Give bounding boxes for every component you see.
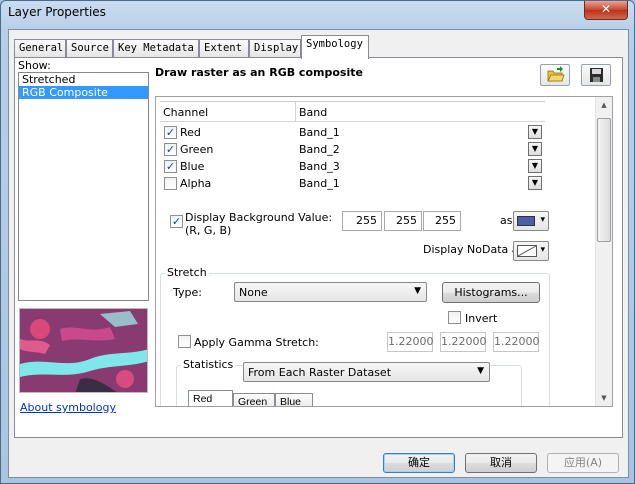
as-label: as [500, 214, 513, 227]
background-b-input[interactable]: 255 [423, 211, 461, 231]
band-dropdown-arrow[interactable]: ▼ [528, 142, 542, 156]
show-list[interactable]: Stretched RGB Composite [18, 72, 149, 301]
gamma-g-input[interactable]: 1.22000 [440, 332, 487, 352]
tab-source[interactable]: Source [66, 39, 113, 58]
channel-name: Alpha [180, 177, 212, 190]
renderer-heading: Draw raster as an RGB composite [155, 66, 363, 79]
save-disk-icon [590, 68, 603, 82]
statistics-group: Statistics From Each Raster Dataset ▼ Re… [176, 358, 522, 406]
nodata-label: Display NoData as [423, 243, 525, 256]
show-label: Show: [18, 59, 51, 72]
grid-row-blue: ✓ Blue Band_3 ▼ [160, 158, 545, 175]
band-dropdown-arrow[interactable]: ▼ [528, 125, 542, 139]
channel-name: Red [180, 126, 201, 139]
tab-extent[interactable]: Extent [199, 39, 249, 58]
raster-preview-image [19, 308, 148, 393]
chevron-down-icon: ▾ [540, 215, 545, 225]
renderer-settings-scroll[interactable]: Channel Band ✓ Red Band_1 ▼ ✓ Green Band… [155, 96, 613, 407]
show-item-stretched[interactable]: Stretched [19, 73, 148, 86]
invert-label: Invert [465, 312, 498, 325]
statistics-group-label: Statistics [181, 358, 236, 371]
tab-general[interactable]: General [14, 39, 66, 58]
gamma-r-input[interactable]: 1.22000 [387, 332, 434, 352]
column-header-channel: Channel [163, 106, 209, 119]
green-channel-checkbox[interactable]: ✓ [164, 143, 177, 156]
stretch-type-label: Type: [173, 286, 202, 299]
apply-button[interactable]: 应用(A) [547, 453, 619, 473]
no-color-icon [517, 245, 537, 257]
stats-tab-red[interactable]: Red [188, 390, 233, 406]
stats-tab-blue[interactable]: Blue [275, 393, 313, 406]
grid-row-alpha: Alpha Band_1 ▼ [160, 175, 545, 192]
close-button[interactable]: ✕ [584, 1, 628, 20]
statistics-source-value: From Each Raster Dataset [248, 366, 392, 379]
blue-channel-checkbox[interactable]: ✓ [164, 160, 177, 173]
background-g-input[interactable]: 255 [384, 211, 422, 231]
grid-row-green: ✓ Green Band_2 ▼ [160, 141, 545, 158]
background-r-input[interactable]: 255 [342, 211, 382, 231]
symbology-panel: Show: Stretched RGB Composite About symb… [14, 57, 623, 438]
open-folder-icon [547, 66, 565, 82]
scroll-thumb[interactable] [597, 118, 611, 242]
scroll-down-arrow-icon[interactable]: ▼ [596, 390, 612, 406]
channel-name: Green [180, 143, 214, 156]
statistics-source-select[interactable]: From Each Raster Dataset ▼ [243, 362, 490, 382]
red-channel-checkbox[interactable]: ✓ [164, 126, 177, 139]
statistics-channel-tabs: Red Green Blue [188, 390, 378, 406]
chevron-down-icon: ▼ [414, 286, 421, 296]
band-value[interactable]: Band_2 [299, 143, 340, 156]
color-swatch [517, 216, 535, 226]
grid-header: Channel Band [160, 102, 545, 122]
show-item-rgb-composite[interactable]: RGB Composite [19, 86, 148, 99]
gamma-stretch-label: Apply Gamma Stretch: [194, 336, 319, 349]
gamma-stretch-checkbox[interactable] [178, 335, 191, 348]
layer-properties-window: Layer Properties ✕ General Source Key Me… [0, 0, 635, 484]
grid-row-red: ✓ Red Band_1 ▼ [160, 124, 545, 141]
cancel-button[interactable]: 取消 [465, 453, 537, 473]
ok-button[interactable]: 确定 [383, 453, 455, 473]
band-dropdown-arrow[interactable]: ▼ [528, 159, 542, 173]
band-value[interactable]: Band_1 [299, 126, 340, 139]
display-background-label: Display Background Value:(R, G, B) [185, 211, 333, 237]
column-header-band: Band [299, 106, 328, 119]
band-value[interactable]: Band_1 [299, 177, 340, 190]
channel-name: Blue [180, 160, 205, 173]
invert-checkbox[interactable] [448, 311, 461, 324]
column-separator [295, 102, 296, 122]
nodata-color-picker[interactable]: ▾ [513, 241, 549, 261]
tab-key-metadata[interactable]: Key Metadata [113, 39, 199, 58]
stretch-type-value: None [239, 286, 268, 299]
stats-tab-green[interactable]: Green [233, 393, 275, 406]
scroll-up-arrow-icon[interactable]: ▲ [596, 97, 612, 113]
title-bar[interactable]: Layer Properties ✕ [1, 1, 634, 28]
gamma-b-input[interactable]: 1.22000 [493, 332, 540, 352]
alpha-channel-checkbox[interactable] [164, 177, 177, 190]
dialog-client: General Source Key Metadata Extent Displ… [8, 29, 629, 478]
channel-band-grid: Channel Band ✓ Red Band_1 ▼ ✓ Green Band… [160, 101, 545, 192]
tab-symbology[interactable]: Symbology [301, 35, 369, 59]
stretch-type-select[interactable]: None ▼ [234, 282, 427, 302]
stretch-group-label: Stretch [165, 266, 209, 279]
tab-display[interactable]: Display [249, 39, 301, 58]
band-value[interactable]: Band_3 [299, 160, 340, 173]
chevron-down-icon: ▼ [477, 366, 484, 376]
open-folder-button[interactable] [540, 64, 570, 86]
chevron-down-icon: ▾ [540, 245, 545, 255]
display-background-checkbox[interactable]: ✓ [170, 215, 183, 228]
window-title: Layer Properties [8, 5, 106, 19]
save-button[interactable] [581, 64, 611, 86]
about-symbology-link[interactable]: About symbology [20, 401, 116, 414]
vertical-scrollbar[interactable]: ▲ ▼ [595, 97, 612, 406]
band-dropdown-arrow[interactable]: ▼ [528, 176, 542, 190]
background-color-picker[interactable]: ▾ [513, 211, 549, 231]
histograms-button[interactable]: Histograms... [442, 282, 540, 303]
